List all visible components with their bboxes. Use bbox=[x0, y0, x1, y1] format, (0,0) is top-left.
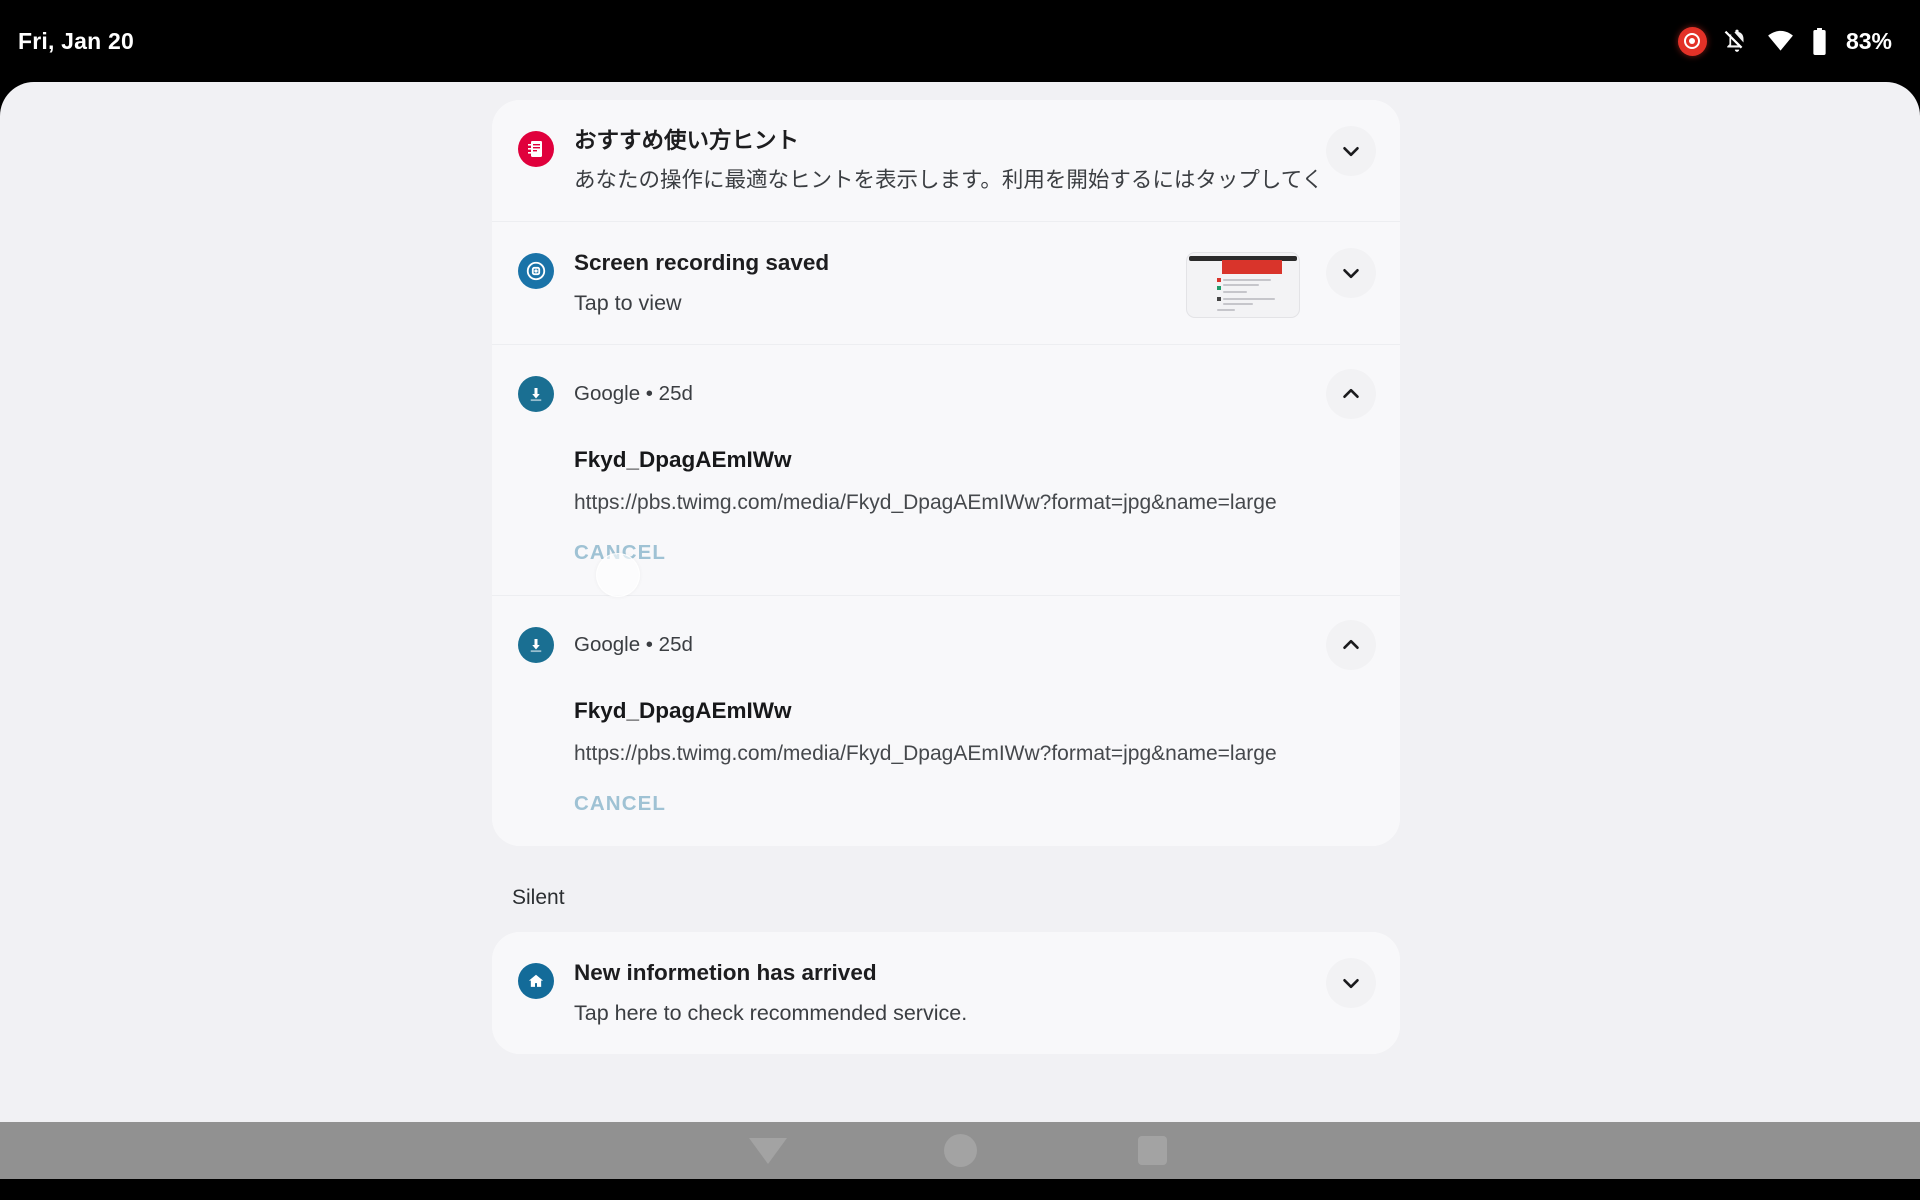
expand-button[interactable] bbox=[1326, 958, 1376, 1008]
notification-title: Screen recording saved bbox=[574, 250, 830, 276]
status-bar: Fri, Jan 20 83% bbox=[0, 0, 1920, 82]
notification-expanded: Google • 25d Fkyd_DpagAEmIWw https://pbs… bbox=[492, 345, 1400, 595]
screen-record-icon bbox=[1677, 26, 1707, 56]
battery-icon bbox=[1813, 27, 1826, 55]
thumbnail-line bbox=[1217, 309, 1235, 312]
recording-thumbnail[interactable] bbox=[1186, 252, 1300, 319]
cancel-button[interactable]: CANCEL bbox=[574, 792, 666, 816]
notification-title: Fkyd_DpagAEmIWw bbox=[574, 698, 792, 724]
chevron-down-icon bbox=[1343, 269, 1359, 279]
thumbnail-line bbox=[1223, 279, 1271, 282]
wifi-icon bbox=[1768, 30, 1793, 51]
collapse-button[interactable] bbox=[1326, 369, 1376, 419]
notification-shade-surface: おすすめ使い方ヒント あなたの操作に最適なヒントを表示します。利用を開始するには… bbox=[0, 82, 1920, 1122]
document-hint-glyph bbox=[528, 141, 542, 157]
chevron-down-icon bbox=[1343, 146, 1359, 157]
notification-shade: おすすめ使い方ヒント あなたの操作に最適なヒントを表示します。利用を開始するには… bbox=[492, 100, 1400, 1054]
notification-app-line: Google • 25d bbox=[574, 382, 693, 406]
notification-body: https://pbs.twimg.com/media/Fkyd_DpagAEm… bbox=[574, 742, 1277, 766]
notification-text: おすすめ使い方ヒント あなたの操作に最適なヒントを表示します。利用を開始するには… bbox=[554, 126, 1320, 195]
cancel-button[interactable]: CANCEL bbox=[574, 541, 666, 565]
notification-app-line: Google • 25d bbox=[574, 633, 693, 657]
thumbnail-red-banner bbox=[1222, 260, 1282, 275]
notification-body: Tap here to check recommended service. bbox=[574, 1000, 968, 1025]
notification-header: Google • 25d bbox=[518, 620, 1376, 670]
back-button[interactable] bbox=[672, 1137, 864, 1164]
notification-google-download-2[interactable]: Google • 25d Fkyd_DpagAEmIWw https://pbs… bbox=[492, 595, 1400, 847]
android-screen: Fri, Jan 20 83% おすすめ使い方ヒント あなたの操作に最適なヒント… bbox=[0, 0, 1920, 1200]
notification-new-information[interactable]: New informetion has arrived Tap here to … bbox=[492, 932, 1400, 1054]
document-hint-icon bbox=[518, 131, 554, 167]
status-bar-icons: 83% bbox=[1677, 26, 1892, 56]
recents-square-icon bbox=[1137, 1136, 1167, 1165]
notification-actions: CANCEL bbox=[518, 515, 1376, 595]
screen-record-dot bbox=[1689, 38, 1696, 44]
notifications-muted-icon bbox=[1724, 29, 1744, 52]
notification-row[interactable]: おすすめ使い方ヒント あなたの操作に最適なヒントを表示します。利用を開始するには… bbox=[492, 100, 1400, 221]
thumbnail-marker bbox=[1217, 286, 1221, 291]
back-triangle-icon bbox=[749, 1137, 787, 1164]
thumbnail-line bbox=[1223, 291, 1247, 294]
screen-record-ring bbox=[1684, 33, 1701, 49]
notification-text: New informetion has arrived Tap here to … bbox=[554, 958, 1320, 1027]
home-glyph bbox=[528, 975, 544, 988]
download-glyph bbox=[530, 639, 542, 653]
notification-row[interactable]: Screen recording saved Tap to view bbox=[492, 222, 1400, 344]
notification-title: New informetion has arrived bbox=[574, 960, 877, 986]
home-icon bbox=[518, 963, 554, 1000]
notification-body: あなたの操作に最適なヒントを表示します。利用を開始するにはタップしてく.. bbox=[574, 168, 1320, 193]
notification-usage-hints[interactable]: おすすめ使い方ヒント あなたの操作に最適なヒントを表示します。利用を開始するには… bbox=[492, 100, 1400, 222]
chevron-up-icon bbox=[1343, 640, 1359, 650]
navigation-bar bbox=[0, 1122, 1920, 1179]
notification-text: Screen recording saved Tap to view bbox=[554, 248, 1170, 317]
status-bar-clock: Fri, Jan 20 bbox=[18, 27, 134, 54]
thumbnail-line bbox=[1223, 284, 1259, 287]
notification-expanded: Google • 25d Fkyd_DpagAEmIWw https://pbs… bbox=[492, 596, 1400, 846]
notification-title: おすすめ使い方ヒント bbox=[574, 128, 800, 153]
bottom-bezel bbox=[0, 1179, 1920, 1200]
silent-section-header: Silent bbox=[512, 886, 565, 910]
notification-actions: CANCEL bbox=[518, 766, 1376, 846]
notification-google-download-1[interactable]: Google • 25d Fkyd_DpagAEmIWw https://pbs… bbox=[492, 344, 1400, 596]
chevron-down-icon bbox=[1343, 979, 1359, 989]
notification-body: Tap to view bbox=[574, 290, 682, 315]
notification-group: おすすめ使い方ヒント あなたの操作に最適なヒントを表示します。利用を開始するには… bbox=[492, 100, 1400, 847]
notification-row[interactable]: New informetion has arrived Tap here to … bbox=[492, 932, 1400, 1053]
thumbnail-marker bbox=[1217, 278, 1221, 283]
notification-header: Google • 25d bbox=[518, 369, 1376, 419]
download-icon bbox=[518, 376, 554, 413]
screen-record-saved-glyph bbox=[526, 262, 546, 281]
notification-body: https://pbs.twimg.com/media/Fkyd_DpagAEm… bbox=[574, 491, 1277, 515]
notification-silent-group: New informetion has arrived Tap here to … bbox=[492, 932, 1400, 1054]
thumbnail-line bbox=[1223, 303, 1253, 306]
download-glyph bbox=[530, 388, 542, 402]
expand-button[interactable] bbox=[1326, 248, 1376, 298]
thumbnail-line bbox=[1223, 298, 1275, 301]
download-icon bbox=[518, 627, 554, 664]
collapse-button[interactable] bbox=[1326, 620, 1376, 670]
home-circle-icon bbox=[943, 1134, 977, 1167]
home-button[interactable] bbox=[864, 1134, 1056, 1167]
battery-percentage: 83% bbox=[1845, 27, 1892, 54]
notification-title: Fkyd_DpagAEmIWw bbox=[574, 447, 792, 473]
thumbnail-marker bbox=[1217, 297, 1221, 302]
expand-button[interactable] bbox=[1326, 126, 1376, 176]
notification-screen-recording[interactable]: Screen recording saved Tap to view bbox=[492, 221, 1400, 345]
chevron-up-icon bbox=[1343, 389, 1359, 399]
screen-record-saved-icon bbox=[518, 253, 554, 290]
recents-button[interactable] bbox=[1056, 1136, 1248, 1165]
